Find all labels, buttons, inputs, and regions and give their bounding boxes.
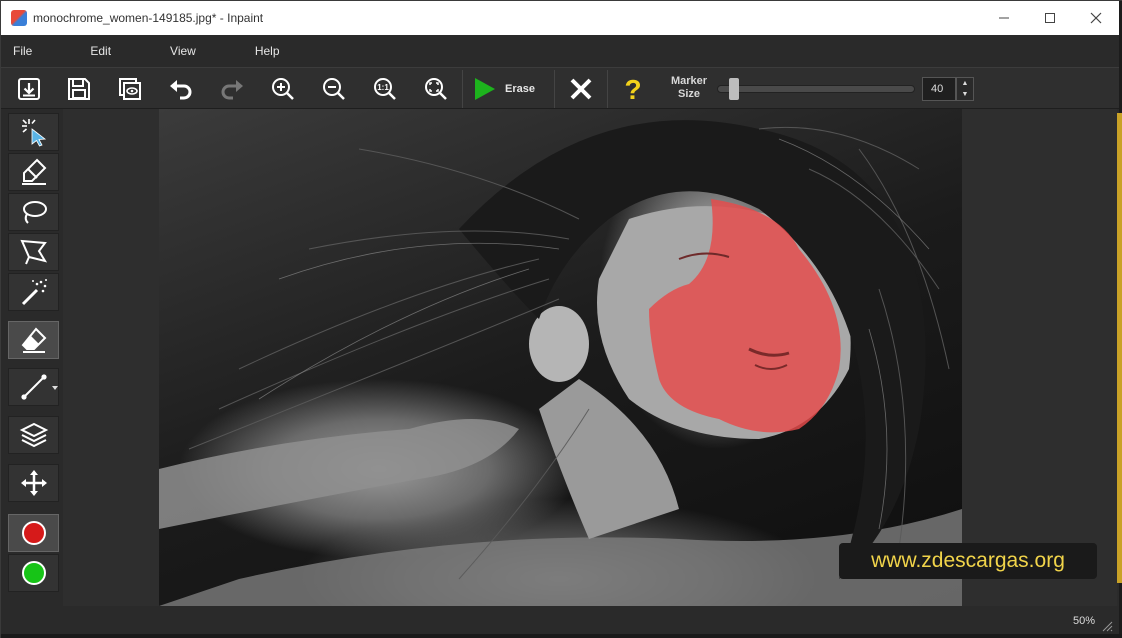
green-mask-color[interactable] bbox=[8, 554, 59, 592]
magic-wand-tool[interactable] bbox=[8, 273, 59, 311]
multi-view-tool[interactable] bbox=[8, 416, 59, 454]
marker-size-input[interactable]: 40 bbox=[922, 77, 956, 101]
menu-help[interactable]: Help bbox=[255, 44, 280, 58]
tool-palette bbox=[1, 109, 63, 609]
marker-size-spinner: ▲ ▼ bbox=[956, 77, 974, 101]
window-title: monochrome_women-149185.jpg* - Inpaint bbox=[33, 11, 264, 25]
help-icon[interactable]: ? bbox=[615, 72, 651, 106]
red-mask-color[interactable] bbox=[8, 514, 59, 552]
toolbar-separator bbox=[607, 70, 608, 108]
photo-content bbox=[159, 120, 962, 606]
line-icon bbox=[20, 374, 47, 400]
window-controls bbox=[981, 1, 1119, 35]
marker-tool[interactable] bbox=[8, 153, 59, 191]
app-window: monochrome_women-149185.jpg* - Inpaint F… bbox=[0, 0, 1122, 638]
marker-label-line2: Size bbox=[677, 88, 700, 100]
minimize-icon[interactable] bbox=[981, 1, 1027, 35]
zoom-level: 50% bbox=[1072, 615, 1095, 627]
menu-edit[interactable]: Edit bbox=[90, 44, 111, 58]
save-icon[interactable] bbox=[61, 72, 97, 106]
marker-size-slider-thumb[interactable] bbox=[729, 78, 739, 100]
main-toolbar: 1:1 Erase ? Marker Size 40 ▲ ▼ bbox=[1, 67, 1119, 109]
undo-icon[interactable] bbox=[163, 72, 199, 106]
menu-file[interactable]: File bbox=[13, 44, 32, 58]
marker-label-line1: Marker bbox=[670, 75, 708, 87]
compare-icon[interactable] bbox=[112, 72, 148, 106]
watermark-text: www.zdescargas.org bbox=[839, 543, 1097, 579]
zoom-fit-icon[interactable] bbox=[418, 72, 454, 106]
marker-size-label: Marker Size bbox=[665, 75, 713, 101]
svg-text:1:1: 1:1 bbox=[377, 83, 389, 92]
svg-text:?: ? bbox=[624, 74, 641, 104]
lasso-icon bbox=[22, 201, 47, 224]
polygonal-lasso-tool[interactable] bbox=[8, 233, 59, 271]
spin-down-icon[interactable]: ▼ bbox=[957, 89, 973, 100]
inpaint-app-icon bbox=[11, 10, 27, 26]
selection-tool[interactable] bbox=[8, 113, 59, 151]
polygon-lasso-icon bbox=[19, 239, 47, 265]
resize-grip-icon[interactable] bbox=[1101, 620, 1113, 632]
menu-bar: File Edit View Help bbox=[1, 35, 1119, 67]
eraser-tool[interactable] bbox=[8, 321, 59, 359]
background-window-edge bbox=[1117, 113, 1122, 583]
dropdown-arrow-icon[interactable] bbox=[52, 385, 58, 391]
image-canvas[interactable] bbox=[159, 109, 962, 606]
marker-size-slider[interactable] bbox=[717, 85, 915, 93]
zoom-actual-icon[interactable]: 1:1 bbox=[367, 72, 403, 106]
close-icon[interactable] bbox=[1073, 1, 1119, 35]
move-icon bbox=[20, 470, 47, 496]
layers-icon bbox=[19, 422, 48, 448]
spin-up-icon[interactable]: ▲ bbox=[957, 78, 973, 89]
erase-button[interactable]: Erase bbox=[471, 72, 551, 106]
marker-icon bbox=[21, 158, 46, 185]
play-icon bbox=[475, 78, 495, 100]
open-icon[interactable] bbox=[11, 72, 47, 106]
toolbar-separator bbox=[462, 70, 463, 108]
zoom-out-icon[interactable] bbox=[316, 72, 352, 106]
guide-lines-tool[interactable] bbox=[8, 368, 59, 406]
redo-icon[interactable] bbox=[214, 72, 250, 106]
red-circle-icon bbox=[21, 521, 46, 545]
erase-label: Erase bbox=[505, 83, 535, 95]
taskbar-edge bbox=[1, 634, 1122, 638]
toolbar-separator bbox=[554, 70, 555, 108]
lasso-tool[interactable] bbox=[8, 193, 59, 231]
zoom-in-icon[interactable] bbox=[265, 72, 301, 106]
cursor-icon bbox=[21, 119, 46, 147]
maximize-icon[interactable] bbox=[1027, 1, 1073, 35]
move-tool[interactable] bbox=[8, 464, 59, 502]
cancel-icon[interactable] bbox=[563, 72, 599, 106]
menu-view[interactable]: View bbox=[170, 44, 196, 58]
green-circle-icon bbox=[21, 561, 46, 585]
eraser-icon bbox=[21, 327, 46, 353]
status-bar: 50% bbox=[1, 606, 1119, 634]
title-bar: monochrome_women-149185.jpg* - Inpaint bbox=[1, 1, 1119, 35]
magic-wand-icon bbox=[21, 279, 47, 306]
